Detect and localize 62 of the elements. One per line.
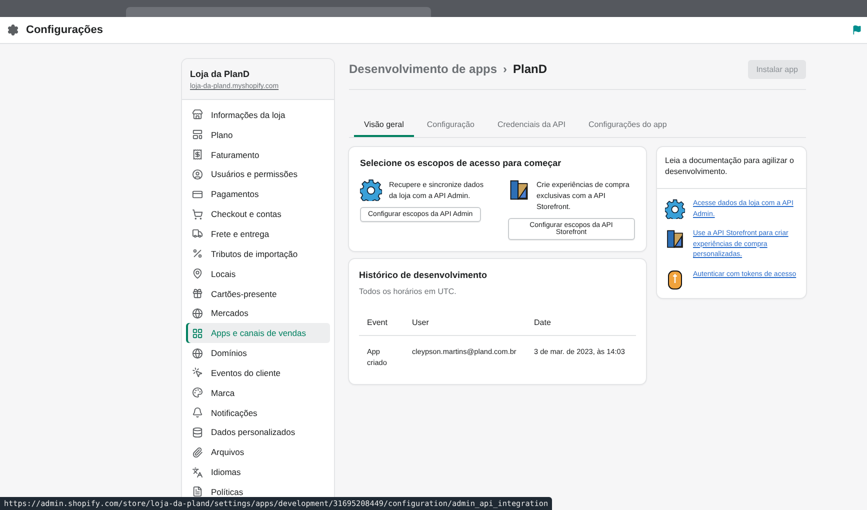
storefront-art-icon bbox=[508, 179, 530, 201]
sidebar-item[interactable]: Locais bbox=[186, 264, 330, 284]
storefront-art-icon bbox=[665, 229, 685, 249]
credit-card-icon bbox=[192, 188, 203, 200]
pointer-click-icon bbox=[192, 367, 203, 378]
tab[interactable]: Configuração bbox=[416, 113, 484, 137]
sidebar-item[interactable]: Cartões-presente bbox=[186, 284, 330, 304]
docs-intro: Leia a documentação para agilizar o desenvolvimento. bbox=[657, 147, 806, 189]
truck-icon bbox=[192, 228, 203, 240]
sidebar-item[interactable]: Informações da loja bbox=[186, 105, 330, 125]
sidebar-item[interactable]: Mercados bbox=[186, 303, 330, 324]
gift-icon bbox=[192, 288, 203, 300]
tab[interactable]: Credenciais da API bbox=[487, 113, 576, 137]
settings-icon bbox=[7, 24, 19, 36]
sidebar-item[interactable]: Faturamento bbox=[186, 144, 330, 165]
card-title: Histórico de desenvolvimento bbox=[359, 270, 488, 280]
modal-title: Configurações bbox=[26, 24, 104, 36]
sidebar-item[interactable]: Eventos do cliente bbox=[186, 362, 330, 383]
tab[interactable]: Visão geral bbox=[354, 113, 414, 137]
sidebar-item[interactable]: Frete e entrega bbox=[186, 224, 330, 244]
sidebar-item[interactable]: Usuários e permissões bbox=[186, 164, 330, 184]
cart-icon bbox=[192, 208, 203, 220]
sidebar-item[interactable]: Domínios bbox=[186, 343, 330, 363]
sidebar-item[interactable]: Plano bbox=[186, 124, 330, 145]
sidebar-item[interactable]: Apps e canais de vendas bbox=[186, 323, 330, 344]
gear-icon bbox=[360, 179, 382, 201]
column-header: User bbox=[404, 310, 526, 336]
store-name: Loja da PlanD bbox=[190, 69, 251, 79]
sidebar-item[interactable]: Dados personalizados bbox=[186, 422, 330, 442]
column-header: Event bbox=[359, 310, 404, 336]
breadcrumb-separator: › bbox=[503, 62, 508, 76]
card-subtitle: Todos os horários em UTC. bbox=[359, 287, 458, 296]
token-icon bbox=[665, 270, 685, 290]
apps-grid-icon bbox=[192, 328, 203, 339]
flag-icon[interactable] bbox=[852, 25, 862, 35]
languages-icon bbox=[192, 466, 203, 478]
globe-icon bbox=[192, 308, 203, 319]
sidebar-item[interactable]: Notificações bbox=[186, 402, 330, 422]
sidebar-item[interactable]: Marca bbox=[186, 382, 330, 403]
page-title: PlanD bbox=[513, 62, 548, 76]
store-icon bbox=[192, 109, 203, 120]
map-pin-icon bbox=[192, 268, 203, 280]
sidebar-item[interactable]: Idiomas bbox=[186, 462, 330, 482]
receipt-icon bbox=[192, 149, 203, 160]
database-icon bbox=[192, 426, 203, 438]
column-header: Date bbox=[526, 310, 636, 336]
percent-icon bbox=[192, 248, 203, 260]
globe-icon bbox=[192, 348, 203, 359]
user-icon bbox=[192, 168, 203, 180]
paperclip-icon bbox=[192, 446, 203, 458]
document-icon bbox=[192, 486, 203, 498]
tab[interactable]: Configurações do app bbox=[578, 113, 677, 137]
sidebar-item[interactable]: Tributos de importação bbox=[186, 244, 330, 264]
card-title: Selecione os escopos de acesso para começar bbox=[360, 158, 562, 168]
layout-icon bbox=[192, 129, 203, 140]
sidebar-item[interactable]: Arquivos bbox=[186, 442, 330, 462]
gear-icon bbox=[665, 199, 685, 219]
bell-icon bbox=[192, 407, 203, 418]
palette-icon bbox=[192, 387, 203, 398]
sidebar-item[interactable]: Checkout e contas bbox=[186, 204, 330, 224]
sidebar-item[interactable]: Pagamentos bbox=[186, 184, 330, 204]
breadcrumb-link[interactable]: Desenvolvimento de apps bbox=[349, 62, 498, 76]
